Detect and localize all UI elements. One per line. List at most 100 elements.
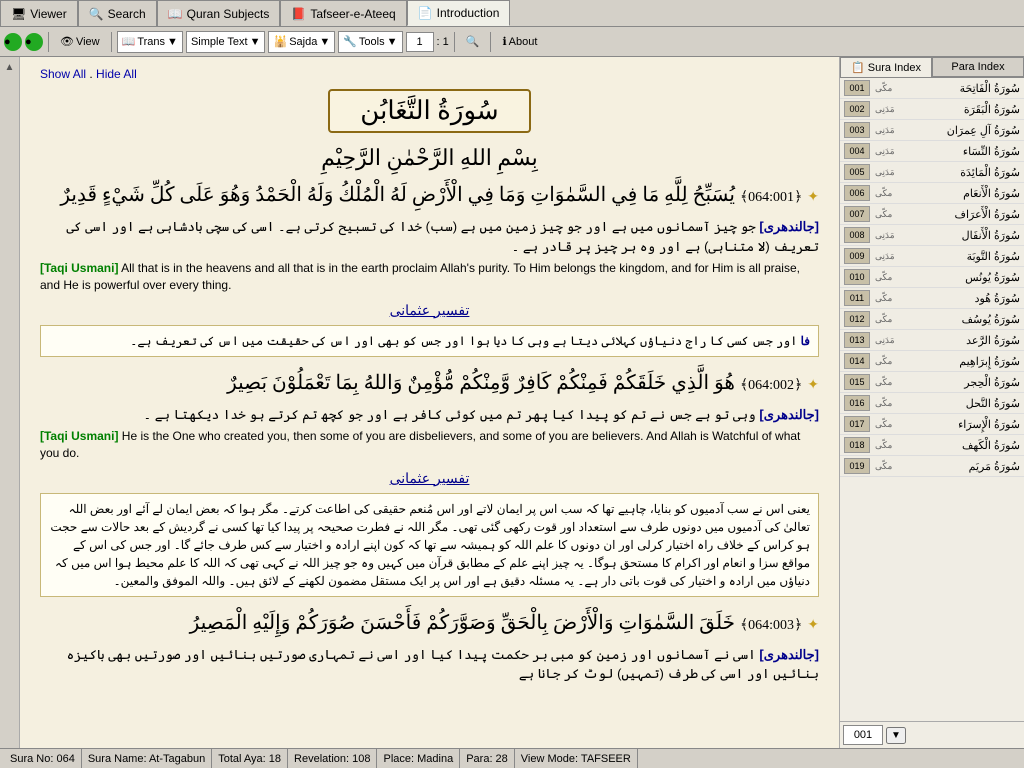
tab-quran-subjects[interactable]: 📖 Quran Subjects <box>157 0 281 26</box>
back-button[interactable]: ● <box>4 33 22 51</box>
ayah-2-jaldendri: [جالندهری] وہی تو ہے جس نے تم کو پیدا کی… <box>40 405 819 425</box>
sep3 <box>454 32 455 52</box>
sura-title-wrapper: سُورَةُ التَّغَابُن <box>40 89 819 145</box>
simple-text-dropdown[interactable]: Simple Text ▼ <box>186 31 266 53</box>
hide-all-link[interactable]: Hide All <box>96 67 137 81</box>
tabs-bar: 🖥 Viewer 🔍 Search 📖 Quran Subjects 📕 Taf… <box>0 0 1024 27</box>
ayah-2-section: ✦ ﴿064:002﴾ هُوَ الَّذِي خَلَقَكُمْ فَمِ… <box>40 367 819 597</box>
tools-icon: 🔧 <box>343 35 357 48</box>
sura-title: سُورَةُ التَّغَابُن <box>328 89 530 133</box>
search-toolbar-icon: 🔍 <box>466 35 480 48</box>
sidebar-item[interactable]: سُورَةُ النَّحل مکّی 016 <box>840 393 1024 414</box>
sidebar-item[interactable]: سُورَةُ مَريَم مکّی 019 <box>840 456 1024 477</box>
sidebar-item[interactable]: سُورَةُ الْأَنعَام مکّی 006 <box>840 183 1024 204</box>
search-tab-icon: 🔍 <box>89 7 104 21</box>
page-sep: : 1 <box>437 36 449 48</box>
sep1 <box>48 32 49 52</box>
sidebar-item[interactable]: سُورَةُ الْأَعرَاف مکّی 007 <box>840 204 1024 225</box>
sidebar-bottom: ▼ <box>840 721 1024 748</box>
trans-chevron: ▼ <box>167 36 178 48</box>
sidebar-item[interactable]: سُورَةُ الْفَاتِحَة مکّی 001 <box>840 78 1024 99</box>
sidebar-item[interactable]: سُورَةُ يُونُس مکّی 010 <box>840 267 1024 288</box>
tab-viewer[interactable]: 🖥 Viewer <box>0 0 78 26</box>
ayah-2-tafseer-link[interactable]: تفسیر عثمانی <box>40 470 819 487</box>
ayah-1-tafseer-link[interactable]: تفسیر عثمانی <box>40 302 819 319</box>
status-revelation: Revelation: 108 <box>288 749 377 768</box>
show-all-link[interactable]: Show All <box>40 67 86 81</box>
sidebar-tabs: 📋 Sura Index Para Index <box>840 57 1024 78</box>
trans-dropdown[interactable]: 📖 Trans ▼ <box>117 31 183 53</box>
sidebar-list: سُورَةُ الْفَاتِحَة مکّی 001 سُورَةُ الْ… <box>840 78 1024 721</box>
sidebar-item[interactable]: سُورَةُ الْحِجر مکّی 015 <box>840 372 1024 393</box>
sura-index-icon: 📋 <box>851 62 865 74</box>
sidebar-tab-para[interactable]: Para Index <box>932 57 1024 77</box>
right-sidebar: 📋 Sura Index Para Index سُورَةُ الْفَاتِ… <box>839 57 1024 748</box>
tab-tafseer-ateeq[interactable]: 📕 Tafseer-e-Ateeq <box>280 0 406 26</box>
search-button[interactable]: 🔍 <box>460 31 486 53</box>
tools-dropdown[interactable]: 🔧 Tools ▼ <box>338 31 402 53</box>
sidebar-item[interactable]: سُورَةُ إِبرَاهِيم مکّی 014 <box>840 351 1024 372</box>
page-number-input[interactable] <box>406 32 434 52</box>
status-sura-no: Sura No: 064 <box>4 749 82 768</box>
ayah-3-text: ✦ ﴿064:003﴾ خَلَقَ السَّمٰوَاتِ وَالْأَر… <box>40 607 819 639</box>
ayah-1-star: ✦ <box>807 190 819 205</box>
ayah-2-text: ✦ ﴿064:002﴾ هُوَ الَّذِي خَلَقَكُمْ فَمِ… <box>40 367 819 399</box>
sep4 <box>490 32 491 52</box>
para-go-button[interactable]: ▼ <box>886 727 906 744</box>
status-total-aya: Total Aya: 18 <box>212 749 288 768</box>
intro-icon: 📄 <box>418 6 433 20</box>
status-place: Place: Madina <box>377 749 460 768</box>
sidebar-item[interactable]: سُورَةُ الْإِسرَاء مکّی 017 <box>840 414 1024 435</box>
tab-introduction[interactable]: 📄 Introduction <box>407 0 511 26</box>
simple-text-chevron: ▼ <box>250 36 261 48</box>
ayah-1-text: ✦ ﴿064:001﴾ يُسَبِّحُ لِلَّهِ مَا فِي ال… <box>40 179 819 211</box>
sidebar-tab-sura[interactable]: 📋 Sura Index <box>840 57 932 77</box>
ayah-1-section: ✦ ﴿064:001﴾ يُسَبِّحُ لِلَّهِ مَا فِي ال… <box>40 179 819 357</box>
ayah-1-jaldendri: [جالندهری] جو چیز آسمانوں میں ہے اور جو … <box>40 217 819 256</box>
sidebar-item[interactable]: سُورَةُ الْمَائِدَة مَدَنِی 005 <box>840 162 1024 183</box>
sidebar-item[interactable]: سُورَةُ آلِ عِمرَان مَدَنِی 003 <box>840 120 1024 141</box>
status-para: Para: 28 <box>460 749 515 768</box>
forward-button[interactable]: ● <box>25 33 43 51</box>
quran-icon: 📖 <box>168 7 183 21</box>
main-area: ▲ Show All . Hide All سُورَةُ التَّغَابُ… <box>0 57 1024 748</box>
view-icon: 👁 <box>60 35 74 48</box>
para-input[interactable] <box>843 725 883 745</box>
scroll-up-arrow[interactable]: ▲ <box>5 62 15 73</box>
status-view-mode: View Mode: TAFSEER <box>515 749 638 768</box>
sidebar-item[interactable]: سُورَةُ التَّوبَة مَدَنِی 009 <box>840 246 1024 267</box>
sajda-dropdown[interactable]: 🕌 Sajda ▼ <box>268 31 335 53</box>
sidebar-item[interactable]: سُورَةُ يُوسُف مکّی 012 <box>840 309 1024 330</box>
trans-book-icon: 📖 <box>122 35 136 48</box>
view-button[interactable]: 👁 View <box>54 31 106 53</box>
about-button[interactable]: ℹ About <box>496 31 543 53</box>
sidebar-item[interactable]: سُورَةُ الْأَنفَال مَدَنِی 008 <box>840 225 1024 246</box>
status-bar: Sura No: 064 Sura Name: At-Tagabun Total… <box>0 748 1024 768</box>
sajda-chevron: ▼ <box>319 36 330 48</box>
sidebar-item[interactable]: سُورَةُ هُود مکّی 011 <box>840 288 1024 309</box>
tools-chevron: ▼ <box>387 36 398 48</box>
ayah-2-tafseer-box: یعنی اس نے سب آدمیوں کو بنایا، چاہیے تھا… <box>40 493 819 597</box>
ayah-3-jaldendri: [جالندهری] اسی نے آسمانوں اور زمین کو مب… <box>40 645 819 684</box>
content-panel: Show All . Hide All سُورَةُ التَّغَابُن … <box>20 57 839 748</box>
toolbar: ● ● 👁 View 📖 Trans ▼ Simple Text ▼ 🕌 Saj… <box>0 27 1024 57</box>
ayah-3-star: ✦ <box>807 618 819 633</box>
status-sura-name: Sura Name: At-Tagabun <box>82 749 212 768</box>
tab-search[interactable]: 🔍 Search <box>78 0 157 26</box>
viewer-icon: 🖥 <box>11 7 26 21</box>
sidebar-item[interactable]: سُورَةُ الرَّعد مَدَنِی 013 <box>840 330 1024 351</box>
sidebar-item[interactable]: سُورَةُ الْكَهف مکّی 018 <box>840 435 1024 456</box>
about-icon: ℹ <box>502 35 506 48</box>
ayah-2-taqi: [Taqi Usmani] He is the One who created … <box>40 428 819 462</box>
left-scroll: ▲ <box>0 57 20 748</box>
sajda-icon: 🕌 <box>273 35 287 48</box>
sep2 <box>111 32 112 52</box>
ayah-1-taqi: [Taqi Usmani] All that is in the heavens… <box>40 260 819 294</box>
tafseer-icon: 📕 <box>291 7 306 21</box>
sidebar-item[interactable]: سُورَةُ النِّسَاء مَدَنِی 004 <box>840 141 1024 162</box>
show-hide-bar: Show All . Hide All <box>40 67 819 81</box>
sidebar-item[interactable]: سُورَةُ الْبَقَرَة مَدَنِی 002 <box>840 99 1024 120</box>
bismillah: بِسْمِ اللهِ الرَّحْمٰنِ الرَّحِيْمِ <box>40 145 819 171</box>
ayah-2-star: ✦ <box>807 378 819 393</box>
ayah-1-tafseer-box: فا اور جس کسی کا راج دنیاؤں کہلائی دیتا … <box>40 325 819 357</box>
